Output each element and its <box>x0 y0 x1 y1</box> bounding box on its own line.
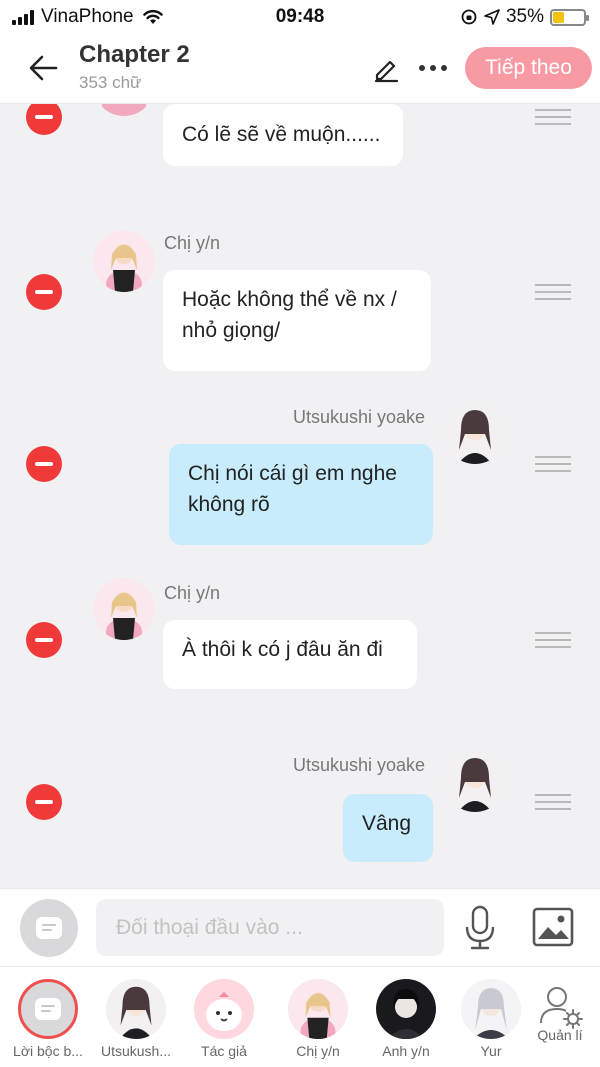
avatar-dark-hair-girl <box>444 402 506 464</box>
more-options-icon[interactable] <box>415 61 451 75</box>
image-icon[interactable] <box>532 907 574 947</box>
back-arrow-icon[interactable] <box>26 51 60 85</box>
status-right: 35% <box>460 6 589 28</box>
microphone-icon[interactable] <box>462 905 498 951</box>
drag-handle-icon[interactable] <box>535 282 571 302</box>
manage-characters-button[interactable]: Quản lí <box>515 977 600 1063</box>
drag-handle-icon[interactable] <box>535 792 571 812</box>
drag-handle-icon[interactable] <box>535 454 571 474</box>
chapter-header: Chapter 2 353 chữ Tiếp theo <box>0 34 600 104</box>
narration-toggle-button[interactable] <box>20 899 78 957</box>
speaker-name: Chị y/n <box>164 583 221 603</box>
rotation-lock-icon <box>461 9 477 25</box>
battery-percent: 35% <box>505 6 544 27</box>
drag-handle-icon[interactable] <box>535 107 571 127</box>
input-bar <box>0 888 600 966</box>
avatar-blonde-girl <box>93 578 155 640</box>
status-bar: VinaPhone 09:48 35% <box>0 0 600 34</box>
delete-message-button[interactable] <box>26 104 62 135</box>
delete-message-button[interactable] <box>26 622 62 658</box>
character-label: Utsukush... <box>100 1043 172 1059</box>
word-count: 353 chữ <box>79 73 142 92</box>
avatar-blonde-girl <box>288 979 348 1039</box>
wifi-icon <box>142 10 163 24</box>
narration-icon <box>35 998 61 1020</box>
character-author[interactable]: Tác giả <box>179 977 269 1063</box>
speaker-name: Utsukushi yoake <box>293 407 426 427</box>
message-bubble[interactable]: À thôi k có j đâu ăn đi <box>163 620 417 689</box>
speaker-name: Chị y/n <box>164 233 221 253</box>
manage-label: Quản lí <box>537 1027 583 1043</box>
chat-list[interactable]: Có lẽ sẽ về muộn...... Chị y/n Hoặc khôn… <box>0 104 600 888</box>
location-icon <box>484 9 500 25</box>
character-anh-yn[interactable]: Anh y/n <box>361 977 451 1063</box>
avatar-dark-hair-girl <box>444 750 506 812</box>
character-bar: Lời bộc b... Utsukush... Tác giả Chị y/n… <box>0 966 600 1067</box>
character-label: Chị y/n <box>296 1043 340 1059</box>
character-utsukushi[interactable]: Utsukush... <box>91 977 181 1063</box>
carrier-name: VinaPhone <box>41 6 134 27</box>
character-label: Tác giả <box>201 1043 247 1059</box>
message-bubble[interactable]: Có lẽ sẽ về muộn...... <box>163 104 403 166</box>
avatar-blonde-girl <box>93 104 155 116</box>
manage-user-icon <box>540 987 583 1029</box>
character-label: Anh y/n <box>382 1043 430 1059</box>
avatar-pink-mascot <box>194 979 254 1039</box>
chapter-title: Chapter 2 <box>79 41 190 68</box>
message-bubble[interactable]: Chị nói cái gì em nghe không rõ <box>169 444 433 545</box>
avatar-dark-hair-girl <box>106 979 166 1039</box>
drag-handle-icon[interactable] <box>535 630 571 650</box>
character-label: Lời bộc b... <box>13 1043 83 1059</box>
status-left: VinaPhone <box>12 6 164 28</box>
next-chapter-button[interactable]: Tiếp theo <box>465 47 592 89</box>
character-chi-yn[interactable]: Chị y/n <box>273 977 363 1063</box>
signal-icon <box>12 9 34 25</box>
character-narration[interactable]: Lời bộc b... <box>3 977 93 1063</box>
speaker-name: Utsukushi yoake <box>293 755 426 775</box>
narration-icon <box>36 917 62 939</box>
delete-message-button[interactable] <box>26 274 62 310</box>
battery-level <box>553 11 564 23</box>
avatar-silver-hair-girl <box>461 979 521 1039</box>
delete-message-button[interactable] <box>26 784 62 820</box>
message-bubble[interactable]: Vâng <box>343 794 433 862</box>
dialogue-input[interactable] <box>96 899 444 956</box>
edit-pencil-icon[interactable] <box>371 53 401 83</box>
battery-icon <box>550 8 589 26</box>
avatar-blonde-girl <box>93 230 155 292</box>
message-bubble[interactable]: Hoặc không thể về nx / nhỏ giọng/ <box>163 270 431 371</box>
narration-avatar <box>18 979 78 1039</box>
delete-message-button[interactable] <box>26 446 62 482</box>
avatar-dark-boy <box>376 979 436 1039</box>
